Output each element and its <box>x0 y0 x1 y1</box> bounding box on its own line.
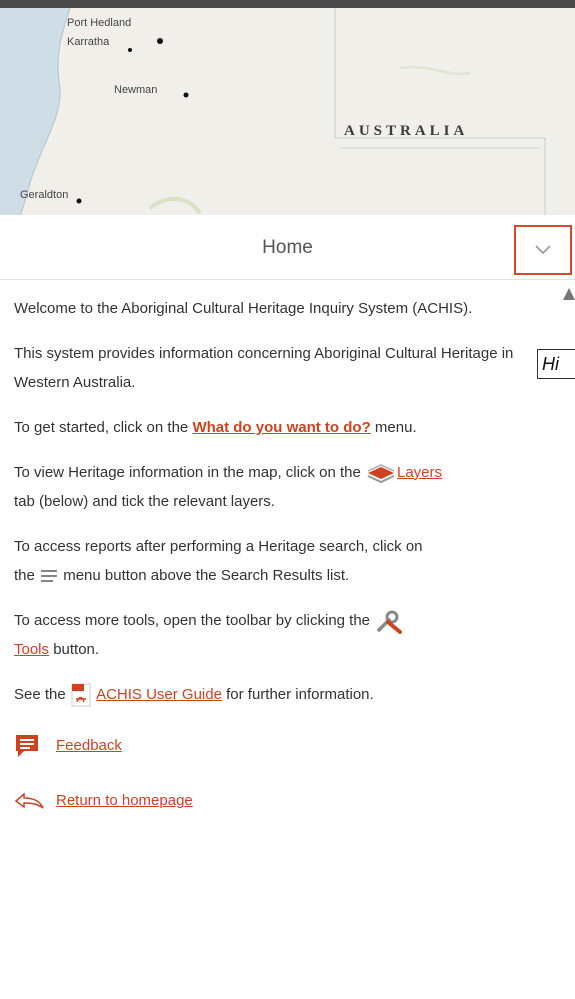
what-do-you-want-link[interactable]: What do you want to do? <box>192 419 370 436</box>
layers-prefix: To view Heritage information in the map,… <box>14 464 365 481</box>
tools-prefix: To access more tools, open the toolbar b… <box>14 612 375 629</box>
panel-header: Home <box>0 215 575 280</box>
menu-icon <box>41 570 58 582</box>
reports-line1: To access reports after performing a Her… <box>14 538 423 555</box>
city-label: Newman <box>114 84 158 96</box>
return-homepage-link[interactable]: Return to homepage <box>56 786 193 815</box>
layers-link[interactable]: Layers <box>397 464 442 481</box>
city-label: Port Hedland <box>67 17 132 29</box>
cursor-pointer-icon <box>563 288 575 300</box>
info-text: This system provides information concern… <box>14 345 514 391</box>
tools-icon <box>377 610 403 635</box>
user-guide-suffix: for further information. <box>221 686 374 703</box>
city-label: Karratha <box>67 36 110 48</box>
return-arrow-icon <box>14 791 44 809</box>
page-title: Home <box>262 237 313 258</box>
reports-text: To access reports after performing a Her… <box>14 532 564 590</box>
tools-link[interactable]: Tools <box>14 641 49 658</box>
reports-suffix: menu button above the Search Results lis… <box>59 567 350 584</box>
tools-suffix: button. <box>49 641 100 658</box>
feedback-icon <box>16 734 38 757</box>
layers-text: To view Heritage information in the map,… <box>14 458 564 516</box>
user-guide-link[interactable]: ACHIS User Guide <box>96 686 222 703</box>
get-started-suffix: menu. <box>370 419 417 436</box>
layers-icon <box>367 464 395 484</box>
feedback-row[interactable]: Feedback <box>14 731 564 760</box>
user-guide-prefix: See the <box>14 686 70 703</box>
feedback-link[interactable]: Feedback <box>56 731 122 760</box>
user-guide-text: See the ACHIS User Guide for further inf… <box>14 680 564 709</box>
collapse-panel-button[interactable] <box>514 225 572 275</box>
layers-suffix: tab (below) and tick the relevant layers… <box>14 493 275 510</box>
chevron-down-icon <box>535 245 551 255</box>
get-started-text: To get started, click on the What do you… <box>14 413 564 442</box>
country-label: AUSTRALIA <box>344 123 469 139</box>
home-content: Welcome to the Aboriginal Cultural Herit… <box>14 294 564 815</box>
reports-prefix: the <box>14 567 40 584</box>
pdf-icon <box>71 683 91 707</box>
map-view[interactable]: Port Hedland Karratha Newman Geraldton A… <box>0 0 575 215</box>
get-started-prefix: To get started, click on the <box>14 419 193 436</box>
city-label: Geraldton <box>20 189 69 201</box>
tools-text: To access more tools, open the toolbar b… <box>14 606 564 664</box>
welcome-text: Welcome to the Aboriginal Cultural Herit… <box>14 300 473 317</box>
return-row[interactable]: Return to homepage <box>14 786 564 815</box>
